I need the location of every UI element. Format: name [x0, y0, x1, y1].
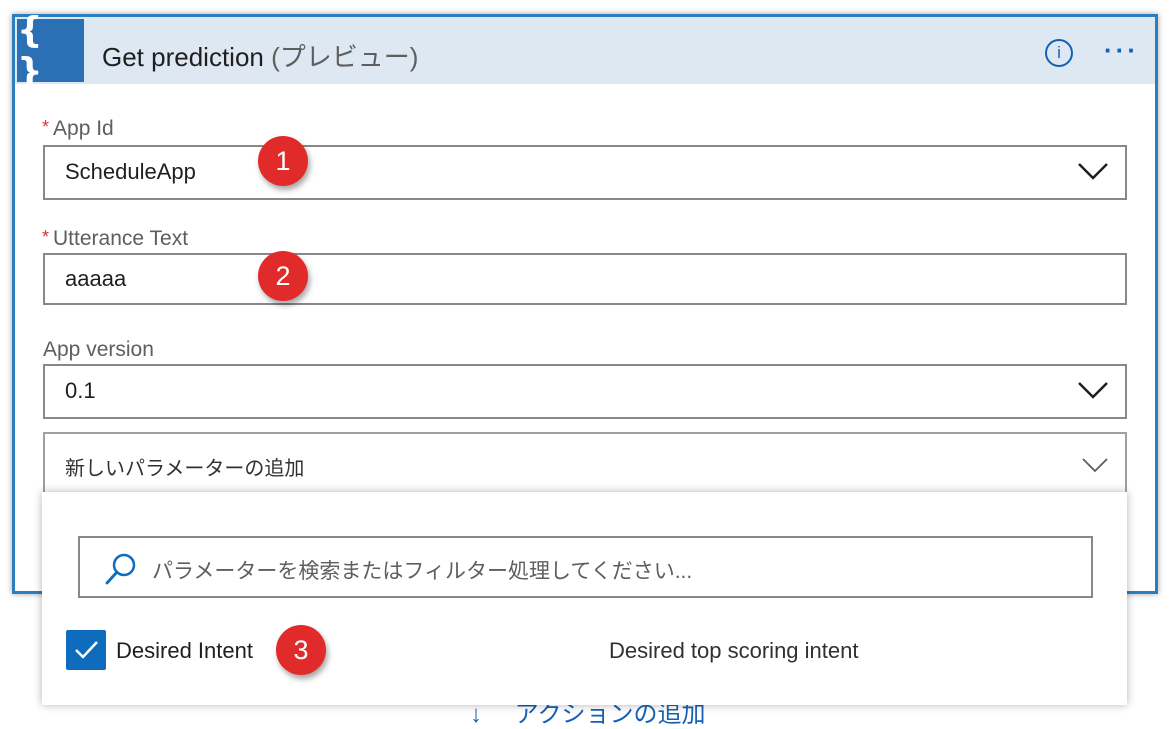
card-title-suffix: (プレビュー) [271, 42, 419, 72]
desired-intent-description: Desired top scoring intent [609, 638, 859, 663]
search-icon [105, 553, 136, 585]
app-version-label: App version [43, 338, 154, 361]
required-mark: * [42, 117, 50, 137]
parameter-dropdown-panel: パラメーターを検索またはフィルター処理してください... Desired Int… [42, 492, 1127, 705]
add-parameter-label: 新しいパラメーターの追加 [65, 458, 305, 480]
desired-intent-label[interactable]: Desired Intent [116, 638, 253, 664]
utterance-text-input[interactable]: aaaaa [43, 253, 1127, 305]
search-placeholder: パラメーターを検索またはフィルター処理してください... [152, 560, 693, 583]
app-id-dropdown[interactable]: ScheduleApp [43, 145, 1127, 200]
app-id-label-text: App Id [53, 117, 114, 140]
chevron-down-icon [1078, 163, 1108, 180]
app-id-value: ScheduleApp [65, 159, 196, 184]
chevron-down-icon [1078, 382, 1108, 399]
down-arrow-icon: ↓ [470, 701, 482, 728]
app-version-value: 0.1 [65, 378, 96, 403]
more-options-icon[interactable]: ··· [1104, 35, 1139, 66]
card-title-text: Get prediction [102, 42, 264, 72]
step-badge-1: 1 [258, 136, 308, 186]
app-id-label: * App Id [42, 117, 114, 141]
info-icon[interactable]: i [1045, 39, 1073, 67]
add-parameter-dropdown[interactable]: 新しいパラメーターの追加 [43, 432, 1127, 494]
checkmark-icon [75, 641, 98, 659]
utterance-value: aaaaa [65, 266, 127, 291]
utterance-label-text: Utterance Text [53, 227, 189, 250]
desired-intent-checkbox[interactable] [66, 630, 106, 670]
parameter-search-input[interactable]: パラメーターを検索またはフィルター処理してください... [78, 536, 1093, 598]
add-action-label: アクションの追加 [514, 701, 706, 728]
chevron-down-icon [1082, 458, 1108, 473]
card-header[interactable]: { } Get prediction (プレビュー) i ··· [15, 10, 1155, 92]
step-badge-2: 2 [258, 251, 308, 301]
step-badge-3: 3 [276, 625, 326, 675]
card-title: Get prediction (プレビュー) [102, 37, 418, 74]
braces-icon: { } [17, 10, 84, 92]
utterance-label: * Utterance Text [42, 227, 188, 251]
app-version-dropdown[interactable]: 0.1 [43, 364, 1127, 419]
required-mark: * [42, 227, 50, 247]
